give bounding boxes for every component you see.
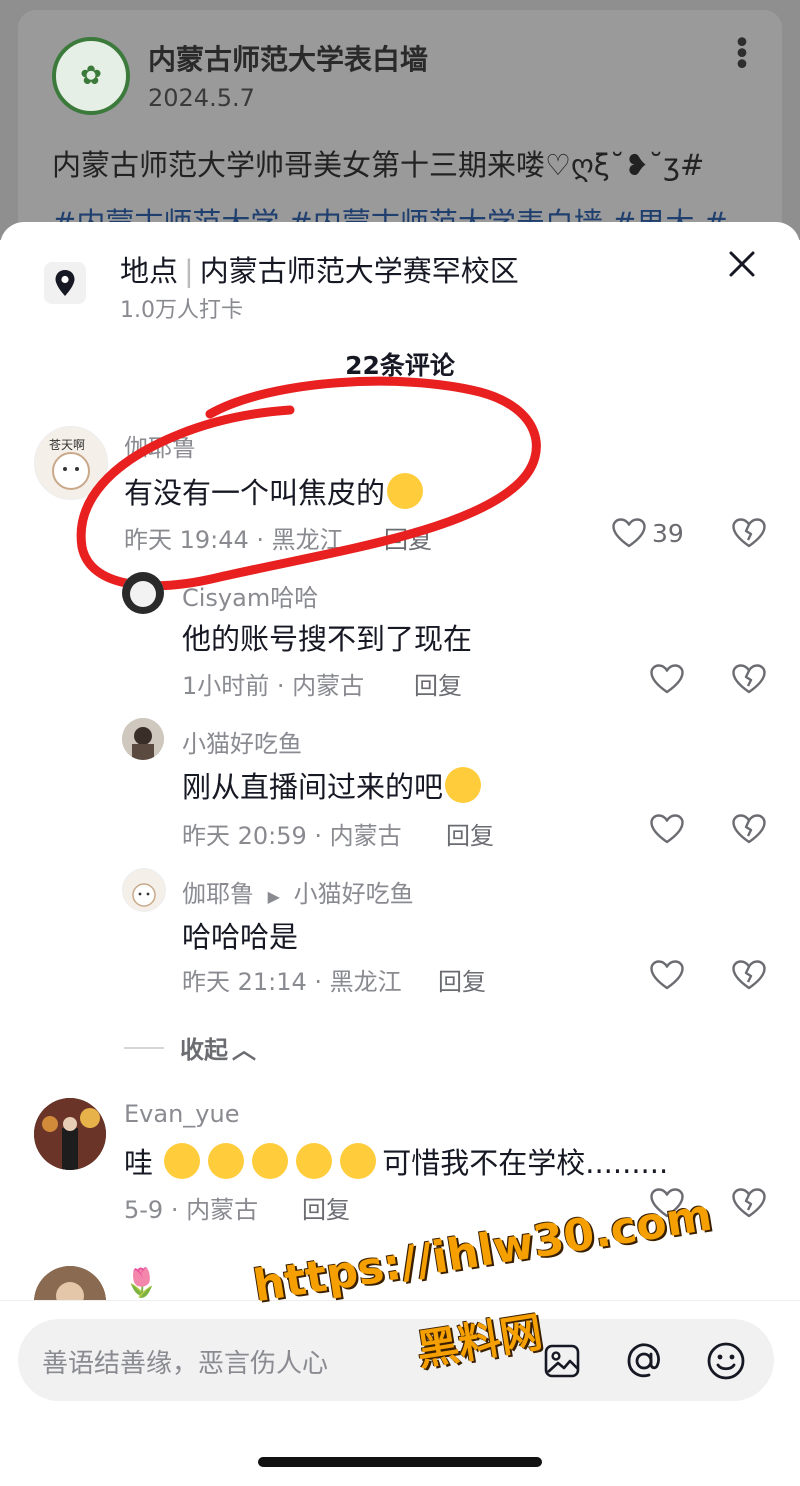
comment-text-content: 哇 [124,1146,154,1180]
input-placeholder: 善语结善缘，恶言伤人心 [42,1349,329,1379]
location-name: 内蒙古师范大学赛罕校区 [199,254,519,288]
like-button[interactable] [650,814,684,844]
post-text: 内蒙古师范大学帅哥美女第十三期来喽♡ღξ˘❥˘ʒ# [52,148,705,182]
broken-heart-icon[interactable] [732,814,766,848]
heart-icon [650,664,684,694]
post-date: 2024.5.7 [148,84,255,112]
heart-eyes-emoji-icon [252,1143,289,1179]
reply-button[interactable]: 回复 [438,962,486,997]
broken-heart-icon[interactable] [732,1188,766,1222]
image-icon[interactable] [540,1339,584,1383]
home-indicator [258,1457,542,1467]
emoji-icon[interactable] [704,1339,748,1383]
account-name[interactable]: 内蒙古师范大学表白墙 [148,38,428,78]
comment-text: 🌷 [124,1266,159,1299]
comment-text: 刚从直播间过来的吧 [182,764,482,806]
broken-heart-icon[interactable] [732,518,766,552]
laughing-emoji-icon [445,767,482,803]
collapse-label: 收起 ︿ [180,1030,256,1065]
location-title[interactable]: 地点 | 内蒙古师范大学赛罕校区 [120,248,519,290]
like-button[interactable]: 39 [612,518,684,548]
background-post: ✿ 内蒙古师范大学表白墙 2024.5.7 • • • 内蒙古师范大学帅哥美女第十三… [0,0,800,240]
reply-target: 小猫好吃鱼 [293,880,414,908]
comment-username[interactable]: Evan_yue [124,1100,239,1128]
heart-icon [650,814,684,844]
broken-heart-icon[interactable] [732,664,766,698]
heart-icon [612,518,646,548]
at-icon[interactable] [622,1339,666,1383]
heart-eyes-emoji-icon [296,1143,333,1179]
heart-icon [650,960,684,990]
divider-line [124,1046,164,1049]
broken-heart-icon[interactable] [732,960,766,994]
comment-text: 哈哈哈是 [182,920,299,954]
avatar[interactable] [122,572,164,614]
avatar[interactable] [34,1098,106,1170]
avatar[interactable] [122,718,164,760]
comment-input[interactable]: 善语结善缘，恶言伤人心 [18,1319,774,1401]
reply-button[interactable]: 回复 [302,1190,350,1225]
like-button[interactable] [650,664,684,694]
like-button[interactable] [650,960,684,990]
heart-eyes-emoji-icon [340,1143,377,1179]
heart-eyes-emoji-icon [208,1143,245,1179]
comment-text-content: 刚从直播间过来的吧 [182,770,444,804]
collapse-text: 收起 [180,1036,228,1064]
heart-eyes-emoji-icon [164,1143,201,1179]
like-count: 39 [652,518,684,548]
comment-username[interactable]: 伽耶鲁 ▶ 小猫好吃鱼 [182,874,414,909]
reply-author: 伽耶鲁 [182,880,254,908]
comment-text-suffix: 可惜我不在学校......... [382,1146,669,1180]
comment-text: 他的账号搜不到了现在 [182,622,473,656]
comment-meta: 5-9 · 内蒙古 [124,1196,259,1224]
comment-meta: 昨天 20:59 · 内蒙古 [182,822,402,850]
location-checkins: 1.0万人打卡 [120,298,243,323]
comment-meta: 昨天 21:14 · 黑龙江 [182,968,402,996]
reply-button[interactable]: 回复 [414,666,462,701]
reply-arrow-icon: ▶ [267,887,280,906]
comment-text: 哇 可惜我不在学校......... [124,1140,668,1182]
comment-input-bar: 善语结善缘，恶言伤人心 [0,1300,800,1486]
comment-sheet: 地点 | 内蒙古师范大学赛罕校区 1.0万人打卡 22条评论 苍天啊 伽耶鲁 有没有… [0,222,800,1485]
location-pin-icon [44,262,86,304]
chevron-up-icon: ︿ [232,1036,256,1064]
avatar[interactable] [122,868,166,912]
close-icon[interactable] [722,244,762,284]
comment-meta: 1小时前 · 内蒙古 [182,672,365,700]
location-label: 地点 [120,254,179,288]
collapse-replies-button[interactable]: 收起 ︿ [124,1030,256,1065]
comment-username[interactable]: Cisyam哈哈 [182,578,318,613]
reply-button[interactable]: 回复 [446,816,494,851]
account-avatar[interactable]: ✿ [52,37,130,115]
more-icon[interactable]: • • • [732,29,752,81]
comment-username[interactable]: 小猫好吃鱼 [182,724,302,759]
